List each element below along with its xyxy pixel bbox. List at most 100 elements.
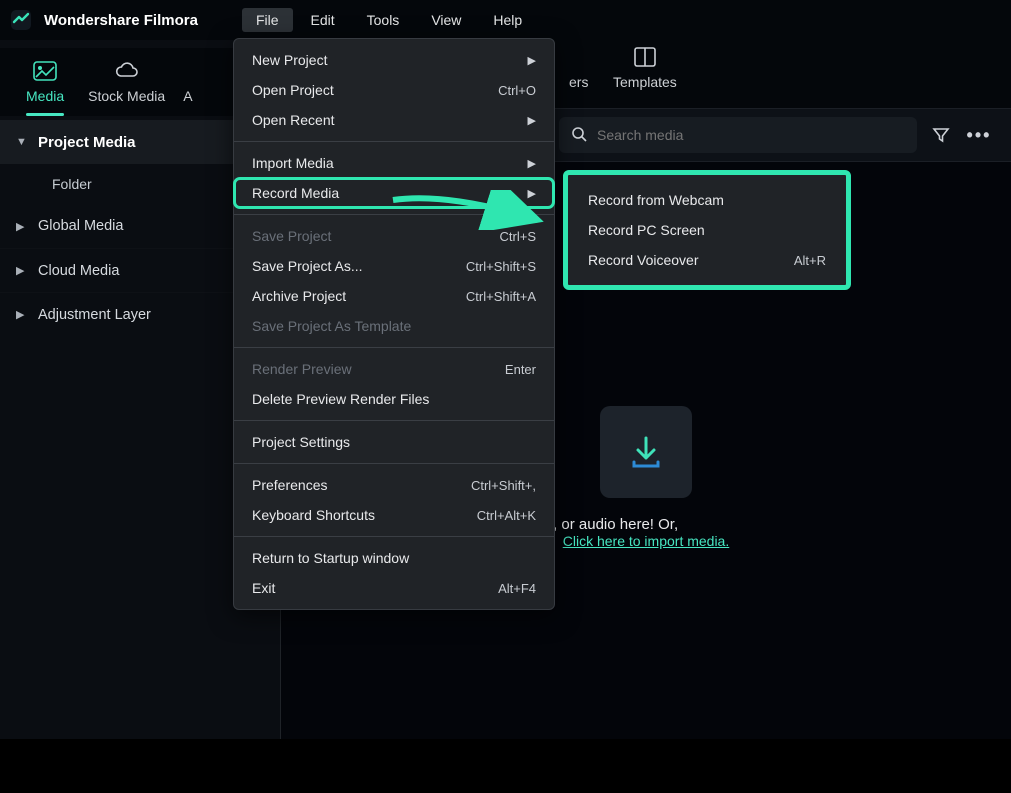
filter-icon (932, 126, 950, 144)
file-dropdown: New Project ▶ Open Project Ctrl+O Open R… (233, 38, 555, 610)
search-icon (571, 126, 587, 145)
menu-save-project-as[interactable]: Save Project As... Ctrl+Shift+S (234, 251, 554, 281)
menu-project-settings-label: Project Settings (252, 434, 350, 450)
menu-preferences-shortcut: Ctrl+Shift+, (471, 478, 536, 493)
tab-stock-media[interactable]: Stock Media (76, 54, 177, 116)
tab-stock-label: Stock Media (88, 88, 165, 104)
cloud-icon (114, 60, 140, 82)
sidebar-adjustment-label: Adjustment Layer (38, 307, 151, 323)
tab-templates[interactable]: Templates (601, 40, 689, 102)
submenu-record-voiceover-shortcut: Alt+R (794, 253, 826, 268)
app-logo-icon (10, 9, 32, 31)
menu-render-preview-label: Render Preview (252, 361, 352, 377)
submenu-record-voiceover[interactable]: Record Voiceover Alt+R (568, 245, 846, 275)
menu-tools[interactable]: Tools (353, 8, 414, 32)
chevron-right-icon: ▶ (528, 54, 536, 67)
menu-new-project-label: New Project (252, 52, 327, 68)
menu-open-recent[interactable]: Open Recent ▶ (234, 105, 554, 135)
submenu-record-screen-label: Record PC Screen (588, 222, 705, 238)
submenu-record-voiceover-label: Record Voiceover (588, 252, 699, 268)
menu-render-preview-shortcut: Enter (505, 362, 536, 377)
menu-archive-project-label: Archive Project (252, 288, 346, 304)
filter-button[interactable] (927, 121, 955, 149)
menu-exit-shortcut: Alt+F4 (498, 581, 536, 596)
menu-archive-project[interactable]: Archive Project Ctrl+Shift+A (234, 281, 554, 311)
menu-edit[interactable]: Edit (297, 8, 349, 32)
download-icon (624, 430, 668, 474)
menu-keyboard-shortcuts[interactable]: Keyboard Shortcuts Ctrl+Alt+K (234, 500, 554, 530)
menu-open-project-shortcut: Ctrl+O (498, 83, 536, 98)
tab-media-label: Media (26, 88, 64, 104)
more-button[interactable]: ••• (965, 121, 993, 149)
menu-view[interactable]: View (417, 8, 475, 32)
menu-save-project-as-shortcut: Ctrl+Shift+S (466, 259, 536, 274)
menu-record-media[interactable]: Record Media ▶ (234, 178, 554, 208)
menu-open-project-label: Open Project (252, 82, 334, 98)
sidebar-cloud-media-label: Cloud Media (38, 263, 119, 279)
menu-save-project: Save Project Ctrl+S (234, 221, 554, 251)
menu-save-template: Save Project As Template (234, 311, 554, 341)
chevron-down-icon: ▼ (16, 136, 28, 148)
menu-help[interactable]: Help (479, 8, 536, 32)
media-icon (33, 60, 57, 82)
import-link[interactable]: Click here to import media. (563, 533, 730, 549)
menu-open-project[interactable]: Open Project Ctrl+O (234, 75, 554, 105)
sidebar-global-media-label: Global Media (38, 218, 123, 234)
menu-project-settings[interactable]: Project Settings (234, 427, 554, 457)
menubar: Wondershare Filmora File Edit Tools View… (0, 0, 1011, 40)
submenu-record-screen[interactable]: Record PC Screen (568, 215, 846, 245)
menu-save-template-label: Save Project As Template (252, 318, 411, 334)
menu-separator (234, 141, 554, 142)
empty-hint: ideo clips, images, or audio here! Or, C… (563, 516, 730, 549)
menu-exit[interactable]: Exit Alt+F4 (234, 573, 554, 603)
app-title: Wondershare Filmora (44, 12, 198, 29)
menu-import-media-label: Import Media (252, 155, 334, 171)
menu-render-preview: Render Preview Enter (234, 354, 554, 384)
chevron-right-icon: ▶ (16, 308, 28, 321)
submenu-record-webcam-label: Record from Webcam (588, 192, 724, 208)
record-media-submenu: Record from Webcam Record PC Screen Reco… (563, 170, 851, 290)
menu-return-startup[interactable]: Return to Startup window (234, 543, 554, 573)
menu-keyboard-label: Keyboard Shortcuts (252, 507, 375, 523)
menu-record-media-label: Record Media (252, 185, 339, 201)
menu-delete-render-label: Delete Preview Render Files (252, 391, 429, 407)
menu-save-project-label: Save Project (252, 228, 331, 244)
tab-partial-label: A (183, 88, 192, 104)
menu-archive-project-shortcut: Ctrl+Shift+A (466, 289, 536, 304)
menu-separator (234, 214, 554, 215)
search-input[interactable] (597, 127, 905, 143)
menu-keyboard-shortcut: Ctrl+Alt+K (477, 508, 536, 523)
menu-separator (234, 536, 554, 537)
sidebar-project-media-label: Project Media (38, 134, 136, 151)
search-wrap[interactable] (559, 117, 917, 153)
chevron-right-icon: ▶ (528, 157, 536, 170)
tab-media[interactable]: Media (14, 54, 76, 116)
chevron-right-icon: ▶ (16, 264, 28, 277)
menu-separator (234, 347, 554, 348)
tab-partial-right[interactable]: ers (557, 40, 600, 102)
chevron-right-icon: ▶ (528, 187, 536, 200)
menu-import-media[interactable]: Import Media ▶ (234, 148, 554, 178)
menu-delete-render[interactable]: Delete Preview Render Files (234, 384, 554, 414)
menu-preferences[interactable]: Preferences Ctrl+Shift+, (234, 470, 554, 500)
menu-return-startup-label: Return to Startup window (252, 550, 409, 566)
menu-save-project-shortcut: Ctrl+S (500, 229, 536, 244)
menu-save-project-as-label: Save Project As... (252, 258, 363, 274)
tab-partial-right-label: ers (569, 74, 588, 90)
templates-icon (634, 46, 656, 68)
menu-file[interactable]: File (242, 8, 293, 32)
menu-exit-label: Exit (252, 580, 275, 596)
chevron-right-icon: ▶ (16, 220, 28, 233)
menu-separator (234, 420, 554, 421)
tab-partial[interactable]: A (177, 54, 204, 116)
menu-new-project[interactable]: New Project ▶ (234, 45, 554, 75)
submenu-record-webcam[interactable]: Record from Webcam (568, 185, 846, 215)
import-tile[interactable] (600, 406, 692, 498)
sidebar-folder-label: Folder (52, 176, 92, 192)
tab-templates-label: Templates (613, 74, 677, 90)
chevron-right-icon: ▶ (528, 114, 536, 127)
empty-state: ideo clips, images, or audio here! Or, C… (563, 406, 730, 549)
menu-open-recent-label: Open Recent (252, 112, 335, 128)
menu-separator (234, 463, 554, 464)
menu-preferences-label: Preferences (252, 477, 327, 493)
